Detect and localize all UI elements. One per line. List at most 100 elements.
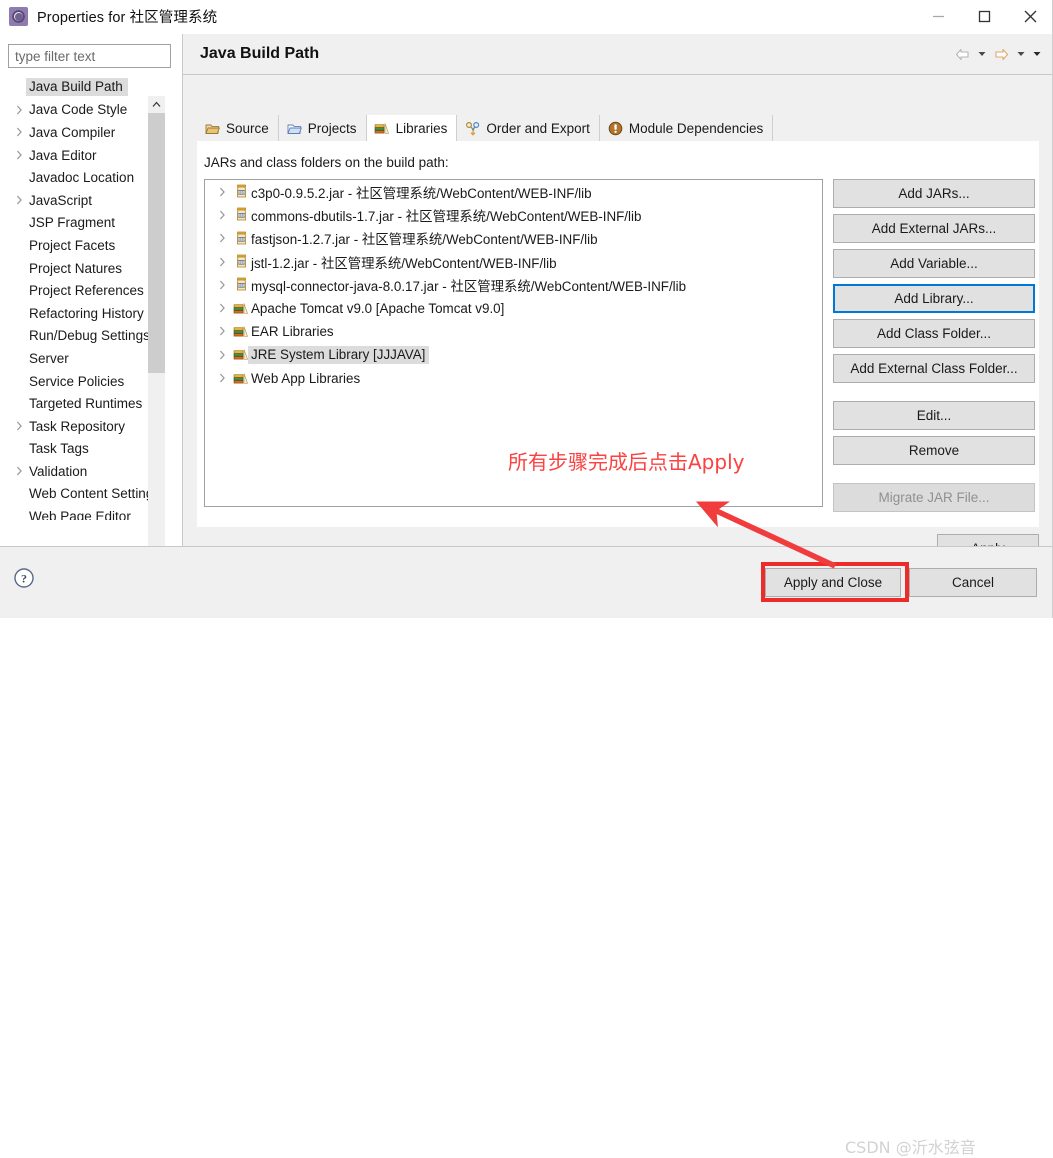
maximize-button[interactable] bbox=[961, 0, 1007, 34]
tab-module-dependencies[interactable]: Module Dependencies bbox=[599, 115, 774, 142]
sidebar-item-label: Java Code Style bbox=[29, 102, 128, 118]
library-icon bbox=[231, 324, 251, 339]
tab-label: Source bbox=[226, 121, 269, 136]
add-external-jars-button[interactable]: Add External JARs... bbox=[833, 214, 1035, 243]
tab-source[interactable]: Source bbox=[197, 115, 279, 142]
library-icon bbox=[231, 371, 251, 386]
settings-sidebar: Java Build Path Java Code Style Java Compi… bbox=[0, 34, 182, 580]
expand-chevron-icon[interactable] bbox=[9, 150, 29, 160]
jar-list-row[interactable]: 010 fastjson-1.2.7.jar - 社区管理系统/WebConten… bbox=[205, 227, 822, 250]
expand-chevron-icon[interactable] bbox=[213, 210, 231, 220]
expand-chevron-icon[interactable] bbox=[9, 127, 29, 137]
projects-folder-icon bbox=[286, 121, 303, 137]
jar-list-label: jstl-1.2.jar - 社区管理系统/WebContent/WEB-INF… bbox=[251, 255, 557, 271]
module-dependencies-icon bbox=[607, 121, 624, 137]
expand-chevron-icon[interactable] bbox=[213, 257, 231, 267]
jar-list-label: commons-dbutils-1.7.jar - 社区管理系统/WebCont… bbox=[251, 208, 642, 224]
sidebar-item-label: Project Natures bbox=[29, 260, 123, 276]
expand-chevron-icon[interactable] bbox=[213, 303, 231, 313]
window-controls bbox=[915, 0, 1053, 34]
sidebar-item-label: Java Compiler bbox=[29, 124, 116, 140]
forward-history-chevron-down-icon[interactable] bbox=[1014, 44, 1027, 64]
expand-chevron-icon[interactable] bbox=[213, 233, 231, 243]
sidebar-item-label: Javadoc Location bbox=[29, 170, 135, 186]
page-title: Java Build Path bbox=[200, 45, 320, 62]
jar-list-row[interactable]: 010 c3p0-0.9.5.2.jar - 社区管理系统/WebContent/… bbox=[205, 180, 822, 203]
libraries-tab-panel: JARs and class folders on the build path… bbox=[197, 142, 1039, 527]
sidebar-item-label: Targeted Runtimes bbox=[29, 396, 143, 412]
tab-libraries[interactable]: Libraries bbox=[366, 115, 458, 142]
svg-text:010: 010 bbox=[238, 284, 246, 288]
close-button[interactable] bbox=[1007, 0, 1053, 34]
expand-chevron-icon[interactable] bbox=[9, 421, 29, 431]
minimize-button[interactable] bbox=[915, 0, 961, 34]
back-arrow-icon[interactable] bbox=[952, 44, 972, 64]
svg-text:010: 010 bbox=[238, 214, 246, 218]
tab-order-and-export[interactable]: Order and Export bbox=[457, 115, 600, 142]
expand-chevron-icon[interactable] bbox=[213, 326, 231, 336]
expand-chevron-icon[interactable] bbox=[9, 195, 29, 205]
sidebar-scroll-thumb[interactable] bbox=[148, 113, 165, 373]
expand-chevron-icon[interactable] bbox=[213, 187, 231, 197]
jar-list-label: Web App Libraries bbox=[251, 370, 361, 386]
jar-list-row[interactable]: Apache Tomcat v9.0 [Apache Tomcat v9.0] bbox=[205, 296, 822, 319]
page-content: Source Projects Libraries Order and Export M… bbox=[183, 75, 1053, 562]
jar-icon: 010 bbox=[231, 254, 251, 269]
jar-list-row[interactable]: Web App Libraries bbox=[205, 366, 822, 389]
sidebar-item-label: Service Policies bbox=[29, 373, 125, 389]
remove-button[interactable]: Remove bbox=[833, 436, 1035, 465]
jar-list-row[interactable]: 010 jstl-1.2.jar - 社区管理系统/WebContent/WEB-… bbox=[205, 250, 822, 273]
jar-list-row[interactable]: 010 commons-dbutils-1.7.jar - 社区管理系统/WebC… bbox=[205, 203, 822, 226]
migrate-jar-file-button: Migrate JAR File... bbox=[833, 483, 1035, 512]
filter-input[interactable] bbox=[8, 44, 171, 68]
jar-list-row[interactable]: JRE System Library [JJJAVA] bbox=[205, 343, 822, 366]
properties-page: Java Build Path Source Projects Libraries O… bbox=[183, 34, 1053, 562]
expand-chevron-icon[interactable] bbox=[9, 105, 29, 115]
page-header: Java Build Path bbox=[183, 34, 1053, 74]
jar-list-row[interactable]: 010 mysql-connector-java-8.0.17.jar - 社区管… bbox=[205, 273, 822, 296]
window-title-bar: Properties for 社区管理系统 bbox=[0, 0, 1053, 34]
scroll-up-icon[interactable] bbox=[148, 96, 165, 113]
page-nav-controls bbox=[952, 44, 1043, 64]
jar-list-label: Apache Tomcat v9.0 [Apache Tomcat v9.0] bbox=[251, 300, 505, 316]
sidebar-item-label: Project References bbox=[29, 283, 144, 299]
page-menu-chevron-down-icon[interactable] bbox=[1030, 44, 1043, 64]
expand-chevron-icon[interactable] bbox=[213, 350, 231, 360]
add-external-class-folder-button[interactable]: Add External Class Folder... bbox=[833, 354, 1035, 383]
jar-list-row[interactable]: EAR Libraries bbox=[205, 320, 822, 343]
help-question-icon[interactable]: ? bbox=[12, 566, 36, 590]
tab-label: Order and Export bbox=[486, 121, 590, 136]
sidebar-item-label: Server bbox=[29, 350, 69, 366]
sidebar-item-label: Project Facets bbox=[29, 237, 116, 253]
expand-chevron-icon[interactable] bbox=[213, 280, 231, 290]
expand-chevron-icon[interactable] bbox=[9, 466, 29, 476]
sidebar-item-label: Java Build Path bbox=[26, 78, 128, 97]
jar-icon: 010 bbox=[231, 277, 251, 292]
apply-and-close-button[interactable]: Apply and Close bbox=[765, 568, 901, 597]
order-export-icon bbox=[464, 121, 481, 137]
forward-arrow-icon[interactable] bbox=[991, 44, 1011, 64]
tab-label: Libraries bbox=[395, 121, 448, 136]
sidebar-item-label: JSP Fragment bbox=[29, 215, 116, 231]
add-library-button[interactable]: Add Library... bbox=[833, 284, 1035, 313]
annotation-text: 所有步骤完成后点击Apply bbox=[508, 450, 745, 474]
jar-list-label: fastjson-1.2.7.jar - 社区管理系统/WebContent/W… bbox=[251, 232, 598, 248]
jar-list-label: c3p0-0.9.5.2.jar - 社区管理系统/WebContent/WEB… bbox=[251, 185, 592, 201]
tab-label: Projects bbox=[307, 121, 357, 136]
sidebar-item-label: Refactoring History bbox=[29, 305, 144, 321]
jar-list-label: EAR Libraries bbox=[251, 323, 334, 339]
svg-text:010: 010 bbox=[238, 261, 246, 265]
cancel-button[interactable]: Cancel bbox=[909, 568, 1037, 597]
list-caption: JARs and class folders on the build path… bbox=[204, 155, 449, 170]
add-class-folder-button[interactable]: Add Class Folder... bbox=[833, 319, 1035, 348]
add-variable-button[interactable]: Add Variable... bbox=[833, 249, 1035, 278]
back-history-chevron-down-icon[interactable] bbox=[975, 44, 988, 64]
source-folder-icon bbox=[204, 121, 221, 137]
expand-chevron-icon[interactable] bbox=[213, 373, 231, 383]
add-jars-button[interactable]: Add JARs... bbox=[833, 179, 1035, 208]
sidebar-item-label: Task Repository bbox=[29, 418, 126, 434]
edit-button[interactable]: Edit... bbox=[833, 401, 1035, 430]
tab-projects[interactable]: Projects bbox=[278, 115, 367, 142]
sidebar-vertical-scrollbar[interactable] bbox=[148, 96, 165, 566]
sidebar-item-label: Task Tags bbox=[29, 441, 89, 457]
